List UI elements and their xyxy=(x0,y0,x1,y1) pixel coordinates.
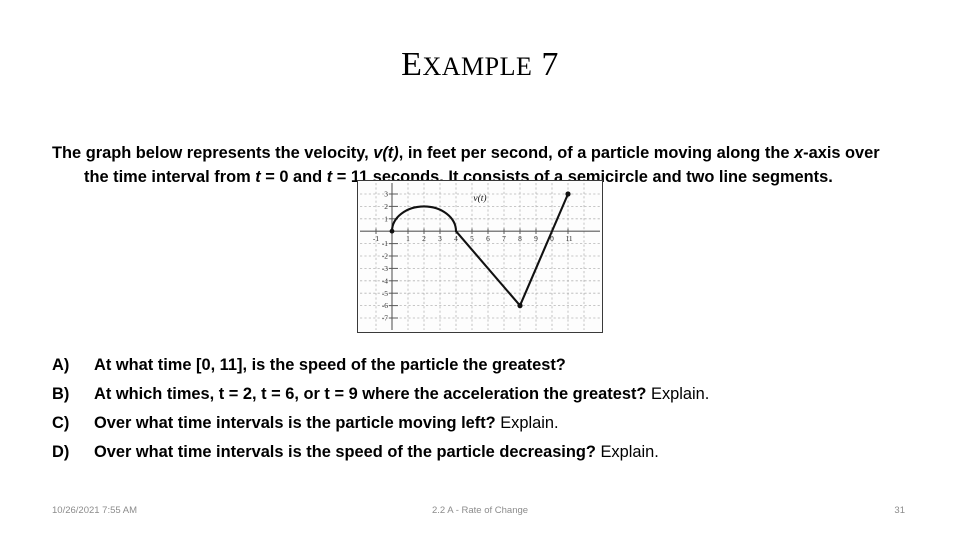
list-item: A) At what time [0, 11], is the speed of… xyxy=(52,351,932,380)
question-text-d: Over what time intervals is the speed of… xyxy=(94,438,659,467)
x-tick-label: 8 xyxy=(518,234,522,243)
y-tick-label: -7 xyxy=(382,314,388,323)
x-tick-label: 4 xyxy=(454,234,458,243)
x-tick-label: 1 xyxy=(406,234,410,243)
y-tick-label: -6 xyxy=(382,301,388,310)
problem-text-2c: = 0 and xyxy=(260,167,327,186)
question-explain-b: Explain. xyxy=(646,385,710,403)
question-explain-d: Explain. xyxy=(595,443,659,461)
curve-label: v(t) xyxy=(473,193,486,204)
question-label-b: B) xyxy=(52,385,70,403)
y-tick-label: -5 xyxy=(382,289,388,298)
x-tick-label: 2 xyxy=(422,234,426,243)
question-explain-c: Explain. xyxy=(495,414,559,432)
x-tick-label: 7 xyxy=(502,234,506,243)
x-tick-label: 9 xyxy=(534,234,538,243)
page-title-number: 7 xyxy=(541,46,559,83)
question-text-c: Over what time intervals is the particle… xyxy=(94,409,559,438)
x-tick-label: -1 xyxy=(373,234,379,243)
question-label-a: A) xyxy=(52,356,70,374)
endpoint-dot-minimum xyxy=(517,303,523,309)
endpoint-dot-end xyxy=(565,191,571,197)
question-list: A) At what time [0, 11], is the speed of… xyxy=(52,351,932,467)
list-item: C) Over what time intervals is the parti… xyxy=(52,409,932,438)
x-tick-label: 6 xyxy=(486,234,490,243)
footer-section: 2.2 A - Rate of Change xyxy=(431,505,529,516)
footer-page-number: 31 xyxy=(894,505,905,516)
question-text-a: At what time [0, 11], is the speed of th… xyxy=(94,351,566,380)
problem-text-2a: the xyxy=(764,144,794,163)
y-tick-label: 3 xyxy=(384,190,388,199)
question-body-a: At what time [0, 11], is the speed of th… xyxy=(94,356,566,374)
y-tick-label: 2 xyxy=(384,202,388,211)
question-body-b: At which times, t = 2, t = 6, or t = 9 w… xyxy=(94,385,647,403)
problem-line-1: The graph below represents the velocity,… xyxy=(52,144,760,162)
question-text-b: At which times, t = 2, t = 6, or t = 9 w… xyxy=(94,380,709,409)
problem-text-3: and two line segments. xyxy=(652,167,833,186)
x-tick-label: 5 xyxy=(470,234,474,243)
slide-canvas: EXAMPLE 7 The graph below represents the… xyxy=(0,0,960,540)
x-variable: x xyxy=(794,144,804,163)
question-label-d: D) xyxy=(52,443,70,461)
problem-text-1: The graph below represents the velocity, xyxy=(52,144,374,163)
page-title-initial: E xyxy=(401,46,423,83)
list-item: D) Over what time intervals is the speed… xyxy=(52,438,932,467)
problem-text-1b: , in feet per second, of a particle movi… xyxy=(398,144,761,163)
y-tick-label: -3 xyxy=(382,264,388,273)
velocity-graph-figure: -1 1 2 3 4 5 6 7 8 9 0 11 3 2 1 -1 -2 -3 xyxy=(357,180,603,333)
y-tick-label: 1 xyxy=(384,214,388,223)
x-tick-label: 11 xyxy=(565,234,572,243)
x-tick-label: 3 xyxy=(438,234,442,243)
endpoint-dot-origin xyxy=(389,228,395,234)
question-body-c: Over what time intervals is the particle… xyxy=(94,414,496,432)
question-body-d: Over what time intervals is the speed of… xyxy=(94,443,596,461)
y-tick-label: -2 xyxy=(382,252,388,261)
velocity-function-label: v(t) xyxy=(373,144,399,163)
list-item: B) At which times, t = 2, t = 6, or t = … xyxy=(52,380,932,409)
page-title-word: XAMPLE xyxy=(422,52,533,81)
y-tick-label: -4 xyxy=(382,276,388,285)
page-title: EXAMPLE 7 xyxy=(0,46,960,84)
velocity-graph-svg: -1 1 2 3 4 5 6 7 8 9 0 11 3 2 1 -1 -2 -3 xyxy=(358,181,602,332)
question-label-c: C) xyxy=(52,414,70,432)
y-tick-label: -1 xyxy=(382,239,388,248)
slide-footer: 10/26/2021 7:55 AM 2.2 A - Rate of Chang… xyxy=(0,505,960,525)
